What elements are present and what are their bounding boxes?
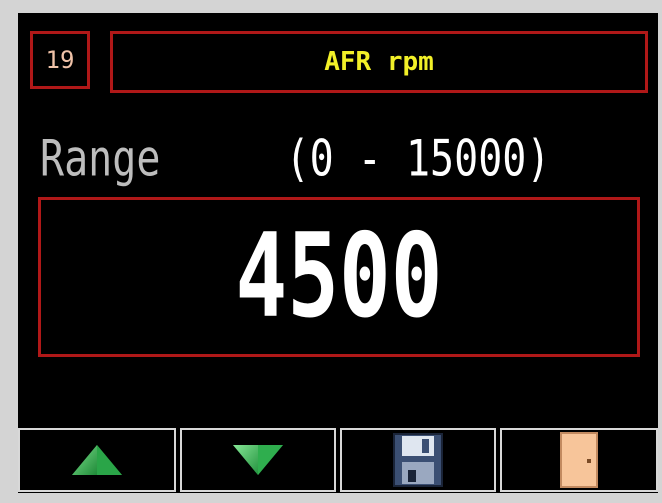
floppy-disk-icon	[393, 433, 443, 487]
down-button[interactable]	[180, 428, 336, 492]
range-value: (0 - 15000)	[285, 130, 551, 188]
parameter-id-box: 19	[30, 31, 90, 89]
parameter-title-box: AFR rpm	[110, 31, 648, 93]
value-display[interactable]: 4500	[38, 197, 640, 357]
current-value: 4500	[235, 209, 443, 345]
up-arrow-icon	[72, 445, 122, 475]
up-button[interactable]	[18, 428, 176, 492]
door-icon	[560, 432, 598, 488]
parameter-id: 19	[45, 46, 75, 74]
range-label: Range	[40, 130, 161, 188]
down-arrow-icon	[233, 445, 283, 475]
parameter-title: AFR rpm	[324, 47, 434, 77]
save-button[interactable]	[340, 428, 496, 492]
screen: 19 AFR rpm Range (0 - 15000) 4500	[18, 13, 658, 493]
exit-button[interactable]	[500, 428, 658, 492]
